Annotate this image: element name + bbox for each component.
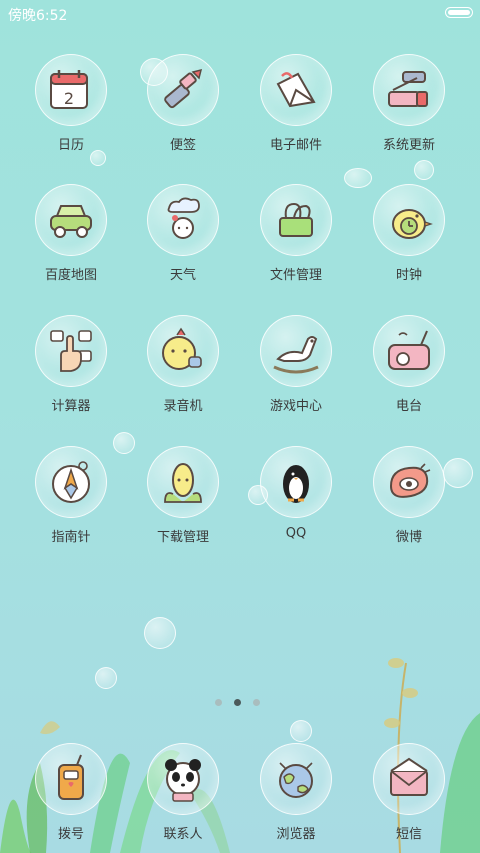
- app-clock[interactable]: 时钟: [354, 184, 464, 294]
- app-label: 拨号: [57, 827, 84, 842]
- app-label: 录音机: [163, 399, 203, 414]
- status-bar: 傍晚6:52: [0, 0, 480, 28]
- chick-recorder-icon: [162, 327, 202, 370]
- dock-contacts[interactable]: 联系人: [128, 743, 238, 853]
- mail-icon: [276, 72, 316, 108]
- app-label: 百度地图: [44, 268, 97, 283]
- phone-dial-icon: [58, 754, 84, 800]
- app-download-manager[interactable]: 下载管理: [128, 446, 238, 556]
- app-label: 微博: [395, 530, 422, 545]
- app-label: 浏览器: [276, 827, 316, 842]
- status-time: 傍晚6:52: [8, 8, 68, 24]
- app-email[interactable]: 电子邮件: [241, 54, 351, 164]
- app-system-update[interactable]: 系统更新: [354, 54, 464, 164]
- app-radio[interactable]: 电台: [354, 315, 464, 425]
- app-label: 计算器: [51, 399, 91, 414]
- app-weibo[interactable]: 微博: [354, 446, 464, 556]
- app-label: QQ: [285, 526, 307, 541]
- app-label: 短信: [395, 827, 422, 842]
- app-label: 游戏中心: [269, 399, 322, 414]
- app-label: 电子邮件: [269, 138, 322, 153]
- app-label: 指南针: [51, 530, 91, 545]
- app-label: 时钟: [395, 268, 422, 283]
- app-label: 日历: [57, 138, 84, 153]
- compass-icon: [52, 461, 90, 503]
- app-calculator[interactable]: 计算器: [16, 315, 126, 425]
- app-label: 下载管理: [156, 530, 209, 545]
- corn-download-icon: [164, 463, 202, 503]
- app-label: 电台: [395, 399, 422, 414]
- calendar-icon: 2: [50, 70, 88, 109]
- calculator-hand-icon: [50, 330, 92, 372]
- app-qq[interactable]: QQ: [241, 446, 351, 556]
- app-baidu-map[interactable]: 百度地图: [16, 184, 126, 294]
- app-label: 天气: [169, 268, 196, 283]
- radio-icon: [388, 330, 430, 370]
- app-calendar[interactable]: 2 日历: [16, 54, 126, 164]
- app-weather[interactable]: 天气: [128, 184, 238, 294]
- app-label: 便签: [169, 138, 196, 153]
- app-label: 文件管理: [269, 268, 322, 283]
- dock-browser[interactable]: 浏览器: [241, 743, 351, 853]
- car-map-icon: [50, 205, 92, 238]
- app-recorder[interactable]: 录音机: [128, 315, 238, 425]
- app-label: 系统更新: [382, 138, 435, 153]
- weibo-eye-icon: [389, 463, 431, 498]
- home-screen: 傍晚6:52 2 日历 便签 电子邮件 系统更新 百度地图 天气 文件管理 时钟…: [0, 0, 480, 853]
- dock-dialer[interactable]: 拨号: [16, 743, 126, 853]
- app-compass[interactable]: 指南针: [16, 446, 126, 556]
- panda-contacts-icon: [165, 759, 201, 802]
- app-file-manager[interactable]: 文件管理: [241, 184, 351, 294]
- app-label: 联系人: [163, 827, 203, 842]
- bird-clock-icon: [392, 209, 433, 239]
- binder-clip-icon: [279, 202, 313, 237]
- app-game-center[interactable]: 游戏中心: [241, 315, 351, 425]
- app-notes[interactable]: 便签: [128, 54, 238, 164]
- battery-icon: [445, 7, 473, 18]
- cloud-girl-weather-icon: [167, 197, 200, 239]
- dock-sms[interactable]: 短信: [354, 743, 464, 853]
- toothpaste-update-icon: [388, 71, 428, 107]
- lipstick-note-icon: [164, 68, 203, 109]
- globe-browser-icon: [279, 762, 313, 798]
- rocking-horse-icon: [273, 336, 319, 374]
- penguin-icon: [283, 465, 309, 503]
- envelope-sms-icon: [390, 757, 428, 796]
- svg-text:2: 2: [64, 89, 74, 108]
